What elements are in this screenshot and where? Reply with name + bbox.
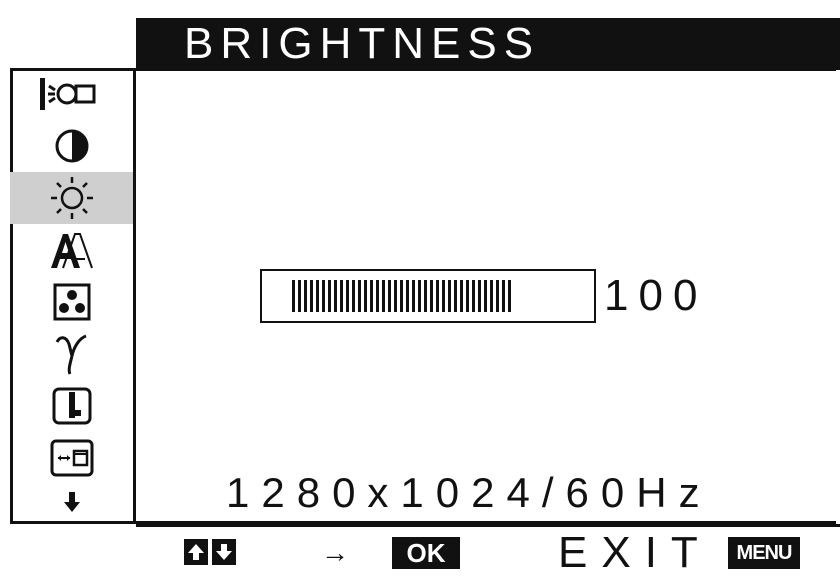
ok-key: OK (392, 537, 460, 569)
osd-sidebar (10, 68, 136, 524)
resolution-readout: 1280x1024/60Hz (226, 469, 712, 516)
menu-item-sharpness[interactable] (10, 224, 133, 276)
menu-item-backlight[interactable] (10, 68, 133, 120)
osd-title: BRIGHTNESS (184, 19, 541, 68)
menu-item-position[interactable] (10, 432, 133, 484)
menu-item-gamma[interactable] (10, 328, 133, 380)
brightness-icon (50, 177, 93, 219)
osd-main: 100 1280x1024/60Hz (136, 68, 840, 524)
menu-item-zoom[interactable] (10, 380, 133, 432)
menu-item-brightness[interactable] (10, 172, 133, 224)
gamma-icon (55, 334, 87, 375)
exit-label: EXIT (558, 528, 712, 577)
position-icon (50, 439, 93, 477)
brightness-slider-fill (292, 280, 513, 312)
osd-title-bar: BRIGHTNESS (136, 18, 840, 70)
menu-key: MENU (728, 537, 800, 569)
menu-item-contrast[interactable] (10, 120, 133, 172)
color-icon (53, 283, 90, 321)
menu-item-color[interactable] (10, 276, 133, 328)
select-arrow-icon: → (321, 537, 349, 568)
zoom-icon (52, 387, 91, 425)
brightness-value: 100 (604, 271, 708, 320)
backlight-icon (39, 78, 95, 110)
more-down-icon (63, 492, 80, 512)
osd-footer: → OK EXIT MENU (136, 524, 840, 577)
contrast-icon (55, 129, 88, 163)
brightness-slider[interactable] (260, 269, 596, 323)
up-key-icon (184, 539, 208, 565)
sharpness-icon (50, 233, 93, 269)
down-key-icon (212, 539, 236, 565)
menu-item-more[interactable] (10, 484, 133, 520)
